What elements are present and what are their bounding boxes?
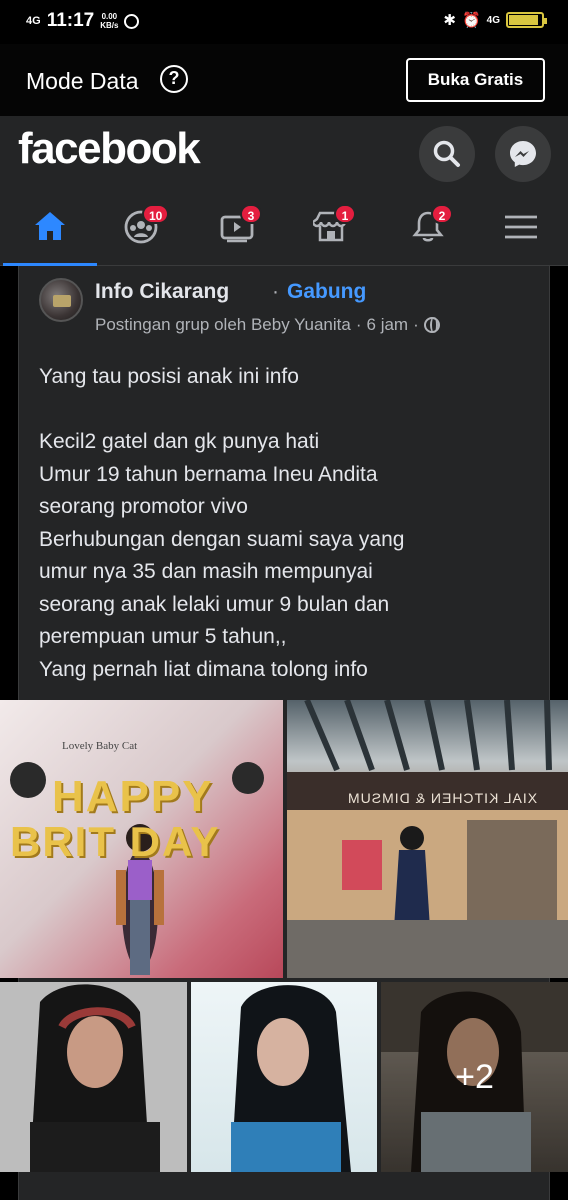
messenger-button[interactable] — [495, 126, 551, 182]
avatar-emblem — [53, 295, 71, 307]
groups-badge: 10 — [142, 204, 170, 224]
group-avatar[interactable] — [39, 278, 83, 322]
post-line-blank — [39, 394, 539, 427]
post-photo-store[interactable]: XIAL KITCHEN & DIMSUM — [287, 700, 568, 978]
facebook-header: facebook 10 3 1 2 — [0, 116, 568, 266]
clock: 11:17 — [46, 10, 95, 31]
buka-gratis-button[interactable]: Buka Gratis — [406, 58, 545, 102]
meta-dot: · — [355, 315, 362, 334]
hamburger-menu-icon — [505, 215, 537, 239]
alarm-icon: ⏰ — [461, 12, 481, 29]
meta-dot: · — [413, 315, 419, 334]
post-line: Berhubungan dengan suami saya yang — [39, 527, 405, 551]
more-photos-overlay[interactable]: +2 — [381, 982, 568, 1172]
mode-data-label: Mode Data — [26, 68, 139, 94]
post-line: Yang tau posisi anak ini info — [39, 365, 299, 388]
main-nav: 10 3 1 2 — [0, 200, 568, 266]
photo-balloon-birthday: BRIT DAY — [10, 818, 221, 865]
tab-home[interactable] — [3, 200, 97, 266]
network-speed: 0.00 KB/s — [100, 12, 118, 30]
tab-marketplace[interactable]: 1 — [296, 200, 366, 266]
battery-fill — [509, 15, 538, 25]
tab-notifications[interactable]: 2 — [393, 200, 463, 266]
post-photo-3[interactable] — [0, 982, 187, 1172]
globe-icon — [423, 317, 440, 333]
search-icon — [433, 140, 460, 167]
post-photo-birthday[interactable]: Lovely Baby Cat HAPPY BRIT DAY — [0, 700, 283, 978]
notifications-badge: 2 — [431, 204, 453, 224]
post-author-line[interactable]: Postingan grup oleh Beby Yuanita — [95, 315, 351, 335]
photo-decor-text: Lovely Baby Cat — [62, 740, 138, 752]
post-line: Kecil2 gatel dan gk punya hati — [39, 430, 320, 453]
network-speed-value: 0.00 — [101, 12, 118, 21]
photo-balloon-happy: HAPPY — [52, 772, 214, 821]
post-line: seorang anak lelaki umur 9 bulan dan — [39, 592, 390, 616]
home-icon — [35, 212, 65, 240]
post-line: Umur 19 tahun bernama Ineu Andita — [39, 462, 378, 486]
network-speed-unit: KB/s — [100, 21, 119, 30]
join-group-link[interactable]: Gabung — [287, 280, 366, 304]
facebook-logo[interactable]: facebook — [18, 124, 201, 174]
watch-badge: 3 — [240, 204, 262, 224]
post-photo-4[interactable] — [191, 982, 377, 1172]
search-button[interactable] — [419, 126, 475, 182]
store-photo-art — [287, 700, 568, 978]
post-text: Yang tau posisi anak ini info Kecil2 gat… — [39, 361, 539, 686]
messenger-icon — [510, 141, 536, 167]
post-line: seorang promotor vivo — [39, 495, 248, 518]
help-icon[interactable]: ? — [160, 65, 188, 93]
tab-groups[interactable]: 10 — [106, 200, 176, 266]
post-line: perempuan umur 5 tahun,, — [39, 625, 287, 648]
signal-indicator: 4G — [26, 15, 41, 27]
separator-dot: · — [272, 280, 279, 303]
network-type: 4G — [486, 14, 500, 26]
status-bar: 4G 11:17 0.00 KB/s ✱ ⏰ 4G — [0, 0, 568, 44]
post-time[interactable]: 6 jam — [367, 315, 409, 335]
whatsapp-icon — [124, 13, 140, 29]
portrait-photo-art — [231, 985, 351, 1172]
post-line: umur nya 35 dan masih mempunyai — [39, 560, 373, 583]
post-line: Yang pernah liat dimana tolong info — [39, 657, 368, 681]
mode-data-bar: Mode Data ? Buka Gratis — [0, 44, 568, 116]
marketplace-badge: 1 — [334, 204, 356, 224]
post-meta: Postingan grup oleh Beby Yuanita · 6 jam… — [95, 315, 440, 335]
tab-menu[interactable] — [486, 200, 556, 266]
bluetooth-icon: ✱ — [443, 12, 456, 29]
group-name-link[interactable]: Info Cikarang — [95, 280, 229, 304]
portrait-photo-art — [0, 982, 187, 1172]
battery-icon — [506, 12, 547, 28]
tab-watch[interactable]: 3 — [202, 200, 272, 266]
store-sign-text: XIAL KITCHEN & DIMSUM — [347, 790, 538, 806]
